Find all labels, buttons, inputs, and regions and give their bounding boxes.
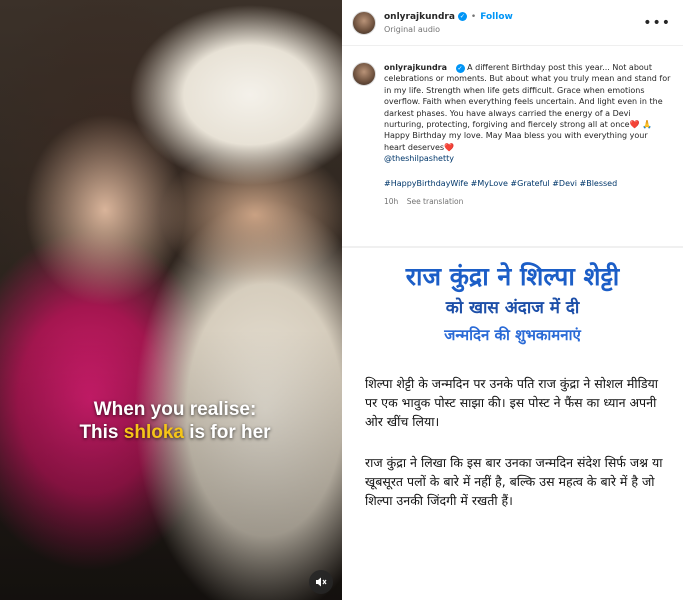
caption-main-text: A different Birthday post this year... N… (384, 63, 671, 130)
video-vignette (0, 0, 342, 600)
caption-wish: Happy Birthday my love. May Maa bless yo… (384, 131, 648, 152)
post-time: 10h (384, 197, 399, 207)
verified-badge-icon: ✓ (457, 12, 467, 21)
caption-text: onlyrajkundra ✓ A different Birthday pos… (384, 62, 671, 130)
caption-block: onlyrajkundra ✓ A different Birthday pos… (342, 46, 683, 207)
caption-meta: 10h See translation (384, 196, 671, 207)
audio-link[interactable]: Original audio (384, 25, 643, 34)
news-paragraph-2: राज कुंद्रा ने लिखा कि इस बार उनका जन्मद… (365, 455, 663, 508)
overlay-highlight: shloka (123, 422, 184, 443)
avatar[interactable] (352, 10, 376, 35)
caption-username[interactable]: onlyrajkundra (384, 63, 447, 72)
post-header: onlyrajkundra ✓ • Follow Original audio … (342, 0, 683, 46)
post-sidebar: onlyrajkundra ✓ • Follow Original audio … (342, 0, 683, 600)
follow-button[interactable]: Follow (480, 12, 513, 22)
see-translation-link[interactable]: See translation (407, 197, 464, 206)
header-username[interactable]: onlyrajkundra (384, 12, 455, 22)
news-subtitle-1: को खास अंदाज में दी (445, 298, 580, 318)
news-subtitle-2: जन्मदिन की शुभकामनाएं (444, 326, 581, 344)
verified-badge-icon: ✓ (455, 64, 465, 74)
mute-button[interactable] (309, 570, 333, 594)
overlay-line-1: When you realise: (93, 399, 257, 420)
more-options-icon[interactable]: ••• (643, 15, 671, 31)
video-caption-overlay: When you realise: This shloka is for her (55, 398, 295, 444)
separator: • (470, 11, 477, 22)
header-text: onlyrajkundra ✓ • Follow Original audio (384, 12, 643, 34)
speaker-muted-icon (316, 577, 327, 587)
video-player[interactable]: When you realise: This shloka is for her (0, 0, 342, 600)
news-title: राज कुंद्रा ने शिल्पा शेट्टी (405, 262, 620, 291)
hashtags[interactable]: #HappyBirthdayWife #MyLove #Grateful #De… (384, 178, 671, 189)
news-paragraph-1: शिल्पा शेट्टी के जन्मदिन पर उनके पति राज… (365, 376, 659, 429)
caption-body: onlyrajkundra ✓ A different Birthday pos… (384, 62, 671, 207)
mention-link[interactable]: @theshilpashetty (384, 153, 671, 164)
caption-avatar[interactable] (352, 62, 376, 86)
header-line: onlyrajkundra ✓ • Follow (384, 12, 643, 22)
news-card: राज कुंद्रा ने शिल्पा शेट्टी को खास अंदा… (342, 246, 683, 600)
overlay-line-2: This shloka is for her (79, 422, 271, 443)
